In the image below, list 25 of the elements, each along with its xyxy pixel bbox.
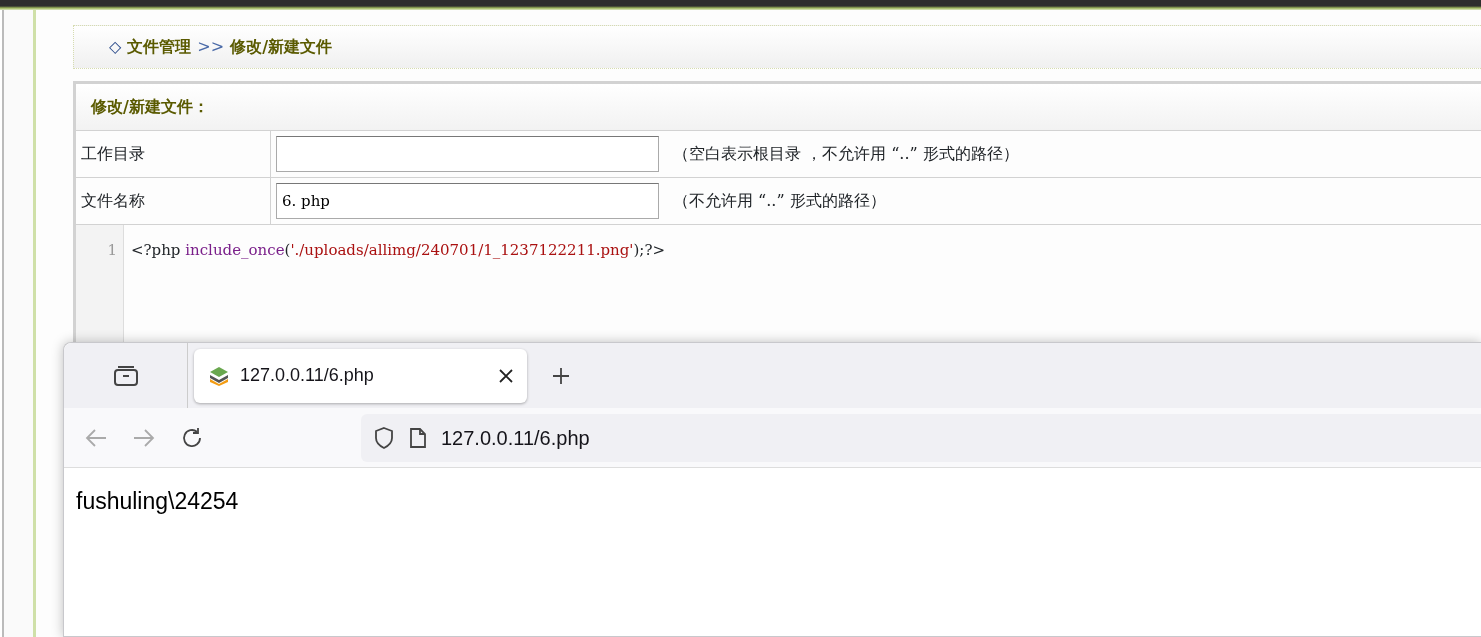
breadcrumb-link[interactable]: 文件管理	[127, 35, 192, 59]
breadcrumb-separator: >>	[197, 36, 225, 58]
input-field[interactable]	[276, 136, 659, 172]
browser-tab[interactable]: 127.0.0.11/6.php	[194, 348, 527, 403]
code-line: <?php include_once('./uploads/allimg/240701/1_1237122211.png');?>	[131, 240, 665, 261]
url-text: 127.0.0.11/6.php	[441, 425, 590, 451]
site-icon	[208, 364, 230, 387]
new-tab-icon[interactable]	[551, 366, 571, 387]
diamond-marker: ◇	[109, 36, 122, 58]
breadcrumb-current: 修改/新建文件	[230, 36, 332, 58]
line-number: 1	[106, 240, 117, 261]
reload-icon[interactable]	[180, 425, 204, 450]
field-label: 文件名称	[81, 190, 145, 212]
page-icon	[409, 426, 427, 449]
close-icon[interactable]	[499, 368, 513, 383]
field-label: 工作目录	[81, 143, 145, 165]
panel-title: 修改/新建文件：	[91, 96, 209, 118]
address-bar[interactable]: 127.0.0.11/6.php	[361, 413, 1481, 462]
shield-icon[interactable]	[373, 425, 395, 450]
tab-title: 127.0.0.11/6.php	[240, 364, 375, 387]
tab-group-icon[interactable]	[112, 364, 139, 387]
page-output-text: fushuling\24254	[76, 488, 239, 514]
input-field[interactable]: 6. php	[276, 183, 659, 219]
field-hint: （空白表示根目录 ，不允许用 “..” 形式的路径）	[673, 143, 1019, 165]
field-hint: （不允许用 “..” 形式的路径）	[673, 190, 886, 212]
